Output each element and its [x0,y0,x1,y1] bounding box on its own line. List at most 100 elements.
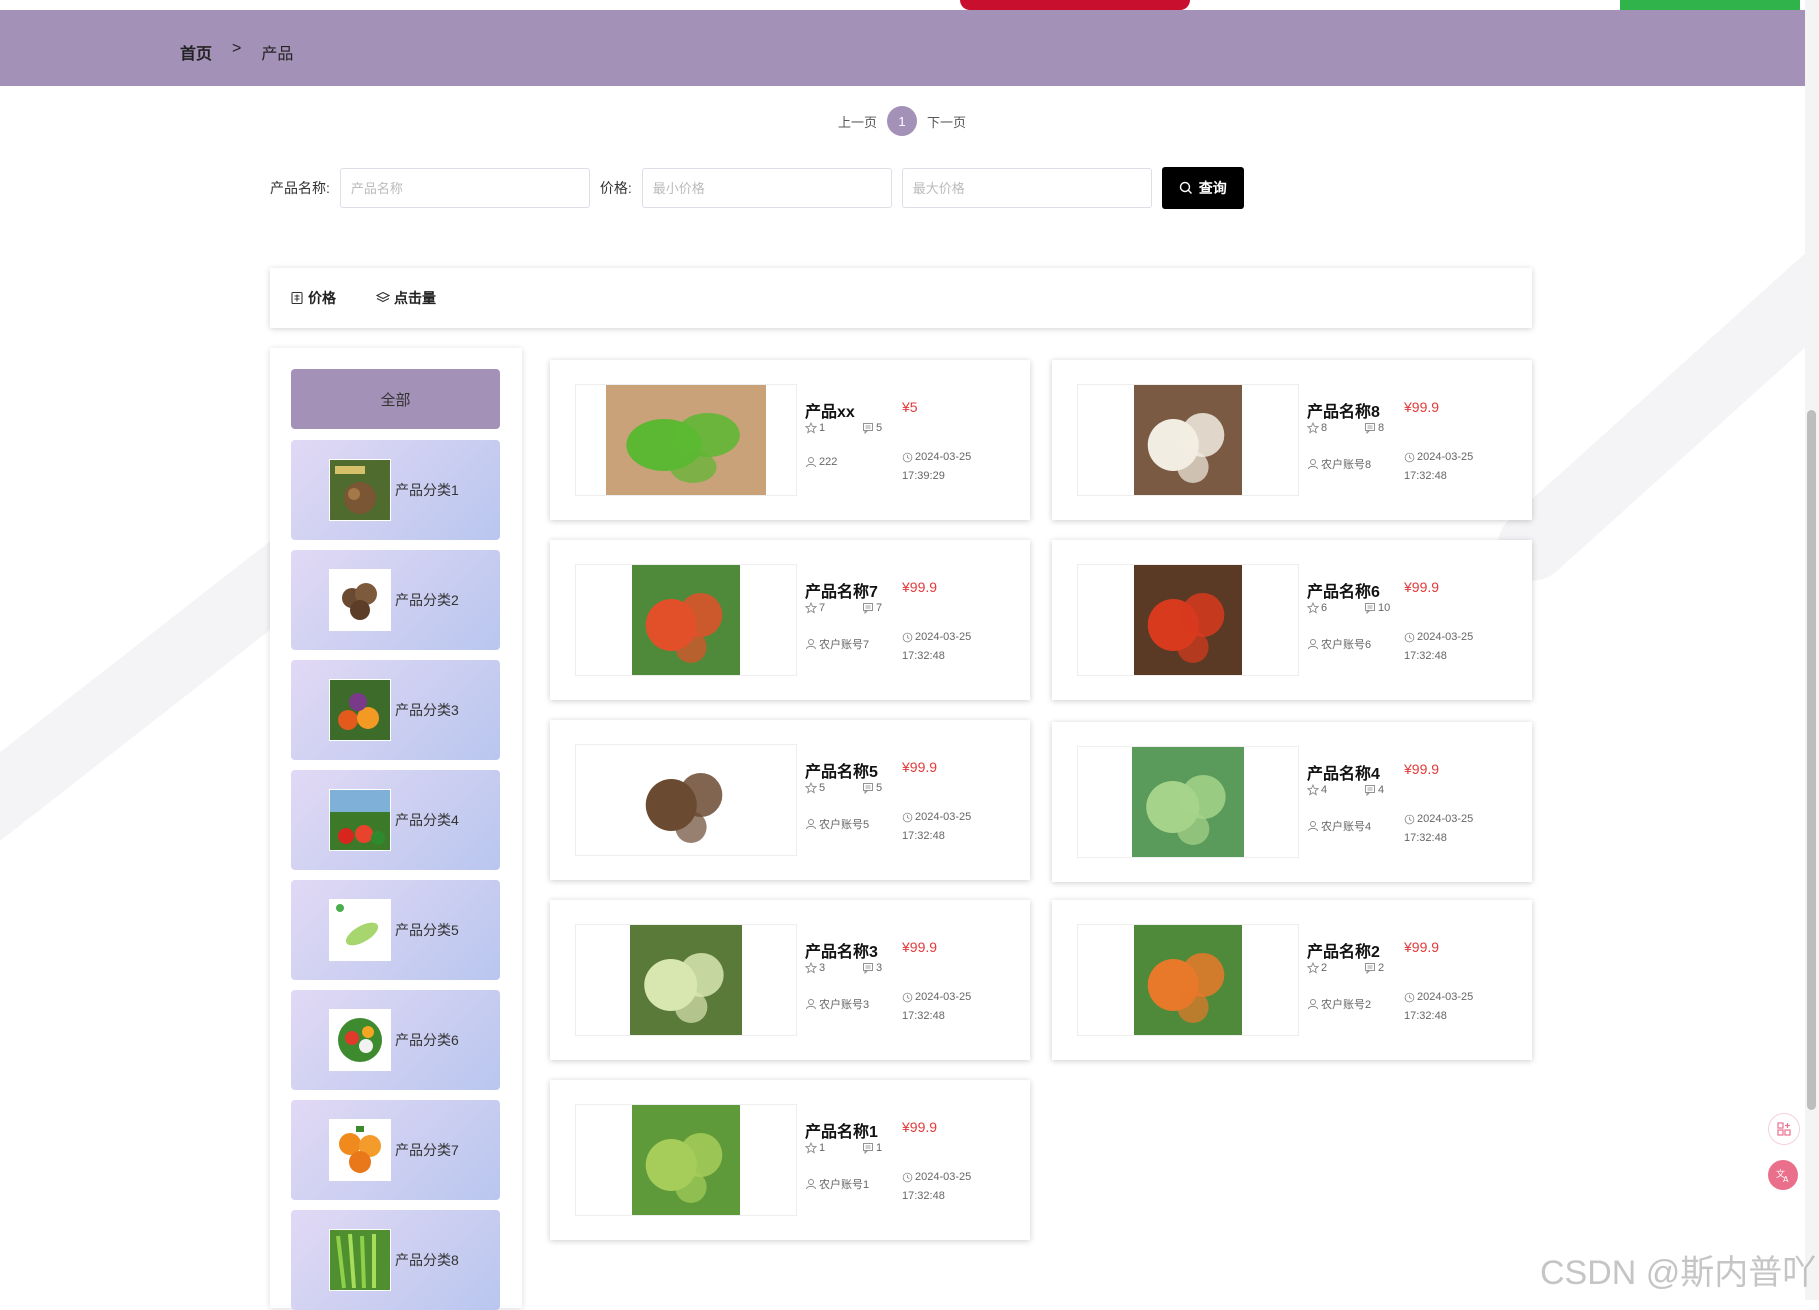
product-card[interactable]: 产品名称2 ¥99.9 2 2 农户账号2 2024-03-25 17:32:4… [1052,900,1532,1060]
product-card[interactable]: 产品名称5 ¥99.9 5 5 农户账号5 2024-03-25 17:32:4… [550,720,1030,880]
category-all-button[interactable]: 全部 [291,369,500,429]
category-label: 产品分类1 [395,482,459,498]
product-image-frame[interactable] [575,744,797,856]
stars-count: 8 [1321,422,1328,434]
comment-icon [1365,423,1375,434]
user-icon [1308,459,1318,470]
product-user: 222 [805,456,837,468]
product-time: 17:32:48 [902,830,945,842]
category-thumbnail [329,459,391,521]
product-comments: 5 [862,782,882,794]
sort-by-price[interactable]: 价格 [290,288,336,308]
product-name-input[interactable] [339,168,590,208]
product-image[interactable] [1134,565,1242,675]
category-item[interactable]: 产品分类6 [291,990,500,1090]
product-image-frame[interactable] [1077,746,1299,858]
comments-count: 10 [1378,602,1391,614]
product-image-frame[interactable] [1077,384,1299,496]
stars-count: 2 [1321,962,1328,974]
product-stars: 7 [805,602,825,614]
watermark: CSDN @斯内普吖 [1540,1254,1817,1292]
stars-count: 1 [819,422,826,434]
sort-clicks-label: 点击量 [394,290,436,306]
user-icon [1308,639,1318,650]
star-icon [805,602,817,614]
next-page-button[interactable]: 下一页 [927,112,966,131]
product-timestamp: 2024-03-25 17:32:48 [902,808,1012,846]
product-name[interactable]: 产品名称7 [805,578,878,602]
category-item[interactable]: 产品分类4 [291,770,500,870]
product-image[interactable] [1132,747,1244,857]
product-timestamp: 2024-03-25 17:32:48 [1404,448,1514,486]
product-price: ¥99.9 [902,759,938,775]
category-thumbnail [329,789,391,851]
user-name: 农户账号1 [819,1179,870,1191]
app-grid-float-button[interactable] [1768,1113,1800,1145]
product-name[interactable]: 产品名称8 [1307,398,1380,422]
stars-count: 3 [819,962,826,974]
product-name[interactable]: 产品名称3 [805,938,878,962]
prev-page-button[interactable]: 上一页 [838,112,877,131]
product-image-frame[interactable] [1077,924,1299,1036]
clock-icon [1404,632,1415,643]
min-price-input[interactable] [641,168,892,208]
product-image[interactable] [1134,925,1242,1035]
product-card[interactable]: 产品名称1 ¥99.9 1 1 农户账号1 2024-03-25 17:32:4… [550,1080,1030,1240]
product-card[interactable]: 产品名称6 ¥99.9 6 10 农户账号6 2024-03-25 17:32:… [1052,540,1532,700]
product-card[interactable]: 产品名称3 ¥99.9 3 3 农户账号3 2024-03-25 17:32:4… [550,900,1030,1060]
category-item[interactable]: 产品分类8 [291,1210,500,1310]
breadcrumb-home[interactable]: 首页 [180,40,212,64]
sort-by-clicks[interactable]: 点击量 [376,288,436,308]
star-icon [1307,784,1319,796]
product-image-frame[interactable] [575,384,797,496]
category-label: 产品分类7 [395,1142,459,1158]
product-image-frame[interactable] [575,924,797,1036]
product-image[interactable] [606,385,766,495]
user-icon [1308,821,1318,832]
product-card[interactable]: 产品名称7 ¥99.9 7 7 农户账号7 2024-03-25 17:32:4… [550,540,1030,700]
category-item[interactable]: 产品分类3 [291,660,500,760]
product-name[interactable]: 产品xx [805,398,855,422]
product-image-frame[interactable] [575,1104,797,1216]
product-time: 17:32:48 [902,1010,945,1022]
product-stars: 1 [805,1142,825,1154]
product-time: 17:32:48 [902,650,945,662]
product-name[interactable]: 产品名称1 [805,1118,878,1142]
product-user: 农户账号3 [805,996,869,1012]
star-icon [1307,602,1319,614]
category-thumbnail [329,1119,391,1181]
product-image[interactable] [632,1105,740,1215]
comment-icon [1365,963,1375,974]
product-price: ¥99.9 [1404,399,1440,415]
page-number-current[interactable]: 1 [887,106,918,136]
product-user: 农户账号6 [1307,636,1371,652]
product-card[interactable]: 产品xx ¥5 1 5 222 2024-03-25 17:39:29 [550,360,1030,520]
max-price-input[interactable] [901,168,1152,208]
product-user: 农户账号7 [805,636,869,652]
product-image[interactable] [630,925,742,1035]
product-card[interactable]: 产品名称8 ¥99.9 8 8 农户账号8 2024-03-25 17:32:4… [1052,360,1532,520]
category-item[interactable]: 产品分类1 [291,440,500,540]
category-item[interactable]: 产品分类7 [291,1100,500,1200]
category-item[interactable]: 产品分类5 [291,880,500,980]
product-name[interactable]: 产品名称4 [1307,760,1380,784]
product-image-frame[interactable] [1077,564,1299,676]
search-button[interactable]: 查询 [1161,167,1244,209]
product-image[interactable] [1134,385,1242,495]
product-image[interactable] [632,565,740,675]
search-icon [1179,181,1192,194]
product-price: ¥99.9 [902,579,938,595]
translate-float-button[interactable]: 文 A [1768,1160,1798,1190]
product-name[interactable]: 产品名称5 [805,758,878,782]
product-image[interactable] [632,745,740,855]
product-card[interactable]: 产品名称4 ¥99.9 4 4 农户账号4 2024-03-25 17:32:4… [1052,722,1532,882]
category-label: 产品分类5 [395,922,459,938]
product-date: 2024-03-25 [1417,631,1474,643]
category-item[interactable]: 产品分类2 [291,550,500,650]
product-name[interactable]: 产品名称6 [1307,578,1380,602]
product-time: 17:39:29 [902,470,945,482]
product-image-frame[interactable] [575,564,797,676]
product-name[interactable]: 产品名称2 [1307,938,1380,962]
comments-count: 1 [876,1142,883,1154]
scrollbar-thumb[interactable] [1807,410,1816,1110]
